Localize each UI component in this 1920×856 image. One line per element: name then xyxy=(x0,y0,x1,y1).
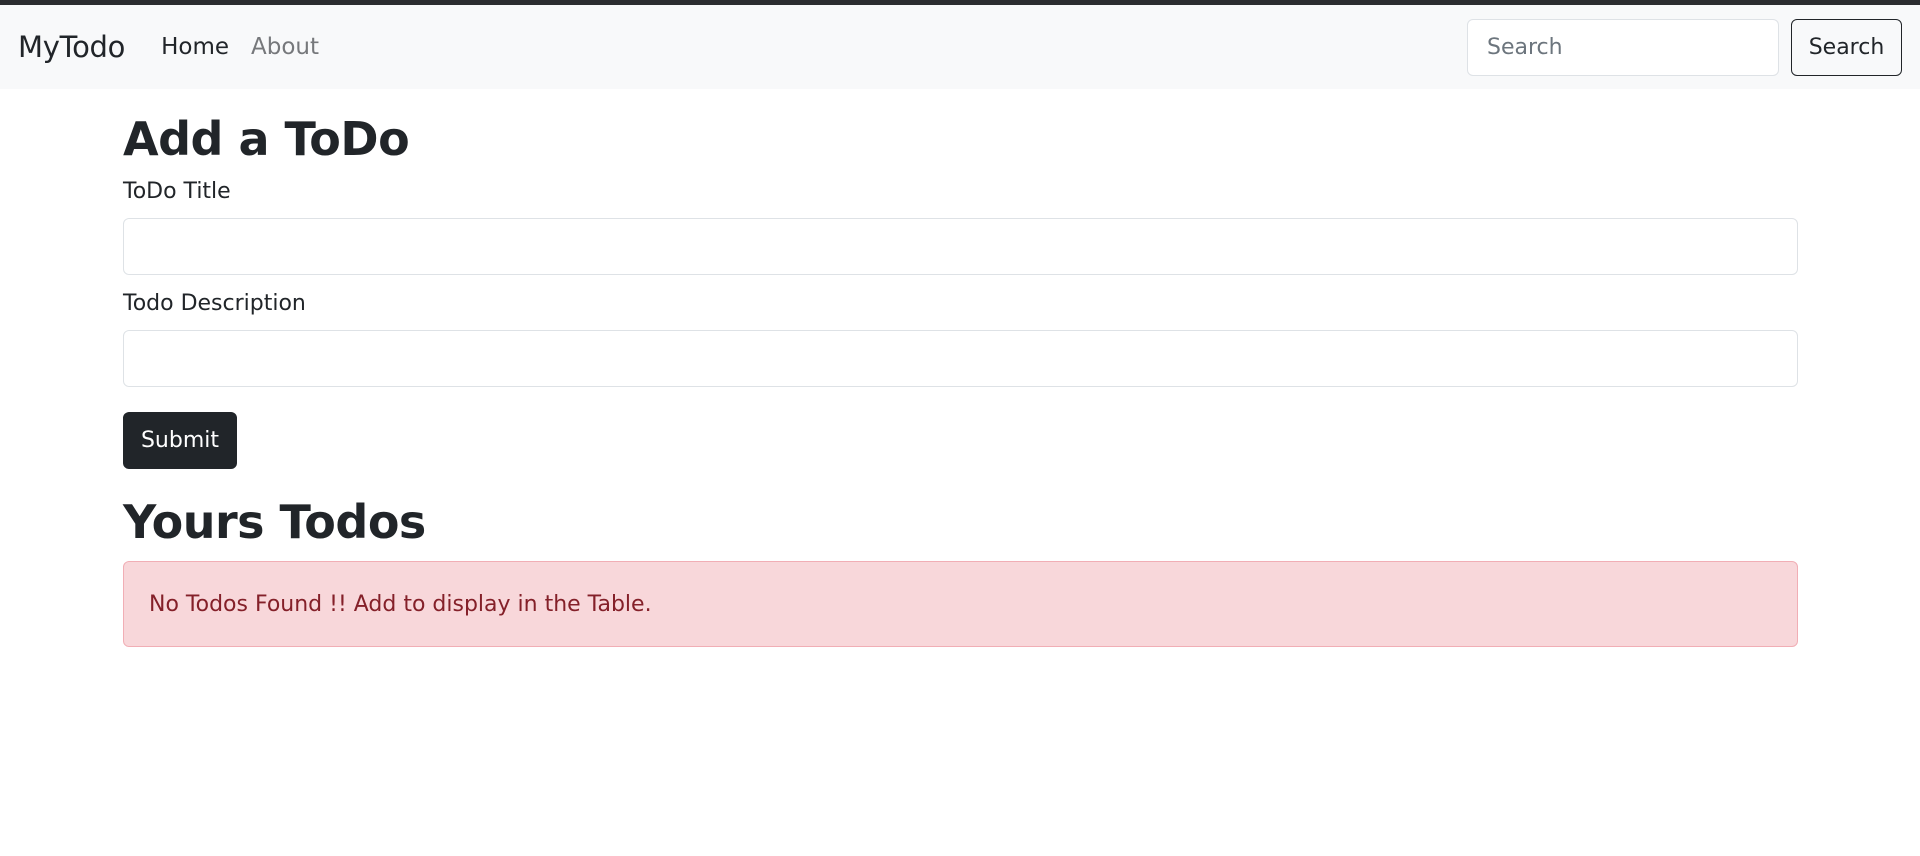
main-container: Add a ToDo ToDo Title Todo Description S… xyxy=(123,89,1798,648)
todo-title-input[interactable] xyxy=(123,217,1798,275)
search-button[interactable]: Search xyxy=(1791,18,1902,76)
search-input[interactable] xyxy=(1467,18,1779,76)
no-todos-alert: No Todos Found !! Add to display in the … xyxy=(123,561,1798,648)
nav-links: Home About xyxy=(161,34,319,60)
brand-link[interactable]: MyTodo xyxy=(18,30,125,64)
add-todo-heading: Add a ToDo xyxy=(123,112,410,166)
title-field-group: ToDo Title xyxy=(123,179,1798,275)
submit-button[interactable]: Submit xyxy=(123,411,237,469)
todo-description-label: Todo Description xyxy=(123,290,306,316)
todo-title-label: ToDo Title xyxy=(123,178,231,204)
todos-heading: Yours Todos xyxy=(123,494,426,549)
todo-description-input[interactable] xyxy=(123,329,1798,387)
search-form: Search xyxy=(1467,18,1902,76)
nav-link-about[interactable]: About xyxy=(251,34,319,60)
description-field-group: Todo Description xyxy=(123,291,1798,387)
navbar: MyTodo Home About Search xyxy=(0,5,1920,89)
alert-message: No Todos Found !! Add to display in the … xyxy=(149,591,652,617)
nav-link-home[interactable]: Home xyxy=(161,34,229,60)
